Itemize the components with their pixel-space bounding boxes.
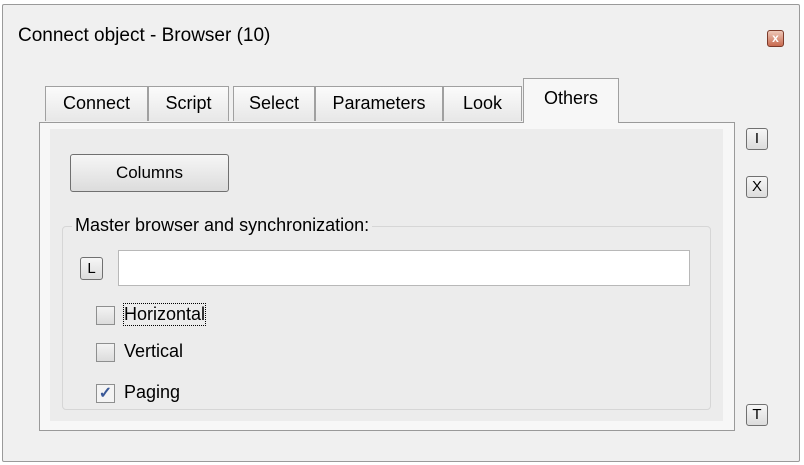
master-browser-input[interactable]: [118, 250, 690, 286]
master-browser-group-label: Master browser and synchronization:: [72, 215, 373, 236]
tab-others[interactable]: Others: [523, 78, 619, 123]
close-icon: x: [772, 31, 779, 45]
check-icon: ✓: [98, 385, 113, 402]
close-button[interactable]: x: [767, 30, 784, 47]
lookup-button[interactable]: L: [80, 257, 103, 280]
paging-checkbox[interactable]: ✓: [96, 384, 115, 403]
tab-script[interactable]: Script: [148, 86, 229, 121]
tab-look[interactable]: Look: [443, 86, 522, 121]
delete-button[interactable]: X: [746, 176, 768, 198]
horizontal-label: Horizontal: [122, 303, 207, 326]
window-title: Connect object - Browser (10): [18, 25, 271, 46]
columns-button[interactable]: Columns: [70, 154, 229, 192]
tab-select[interactable]: Select: [233, 86, 315, 121]
vertical-checkbox[interactable]: [96, 343, 115, 362]
paging-label: Paging: [124, 382, 181, 402]
test-button[interactable]: T: [746, 404, 768, 426]
vertical-label: Vertical: [124, 341, 184, 361]
horizontal-checkbox[interactable]: [96, 306, 115, 325]
tab-parameters[interactable]: Parameters: [315, 86, 443, 121]
tab-connect[interactable]: Connect: [45, 86, 148, 121]
insert-button[interactable]: I: [746, 128, 768, 150]
